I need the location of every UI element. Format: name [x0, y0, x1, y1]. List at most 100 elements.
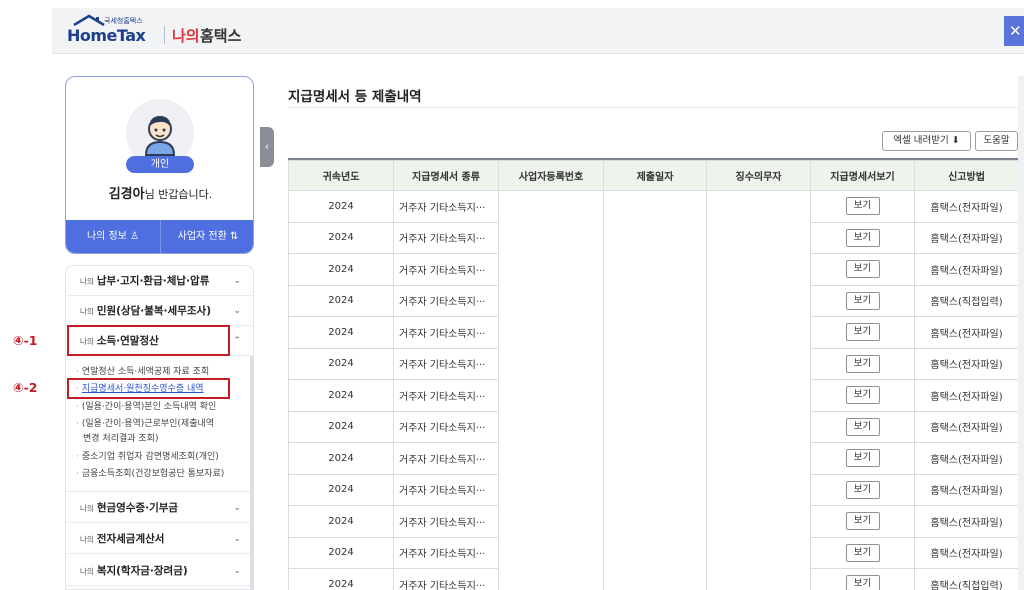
withholding-agent-cell: [706, 253, 811, 285]
view-button[interactable]: 보기: [845, 260, 880, 279]
highlight-box-income-menu: [67, 325, 230, 356]
submit-date-cell: [603, 222, 707, 254]
menu-item-prefix: 나의: [80, 535, 94, 544]
view-button[interactable]: 보기: [845, 228, 880, 247]
year-cell: 2024: [288, 410, 394, 443]
submenu-item-sme[interactable]: · 중소기업 취업자 감면명세조회(개인): [76, 451, 219, 464]
view-button[interactable]: 보기: [845, 197, 880, 216]
submit-date-cell: [603, 379, 707, 411]
business-number-cell: [498, 474, 604, 506]
statement-type-cell: 거주자 기타소득지···: [393, 536, 499, 569]
table-row: 2024 거주자 기타소득지··· 보기 홈택스(전자파일): [288, 442, 1018, 475]
menu-item-prefix: 나의: [80, 277, 94, 286]
submenu-item-denial-cont[interactable]: 변경 처리결과 조회): [83, 433, 158, 446]
greeting-suffix: 님 반갑습니다.: [144, 188, 213, 201]
business-number-cell: [498, 348, 604, 380]
logo-hometax-text: 홈택스: [200, 27, 242, 45]
chevron-down-icon: ⌄: [233, 534, 241, 544]
column-header[interactable]: 제출일자: [603, 160, 707, 191]
sidebar-collapse-button[interactable]: ‹: [260, 127, 274, 167]
withholding-agent-cell: [706, 411, 811, 443]
table-row: 2024 거주자 기타소득지··· 보기 홈택스(전자파일): [288, 190, 1018, 223]
withholding-agent-cell: [706, 537, 811, 569]
view-cell: 보기: [810, 536, 915, 569]
view-cell: 보기: [810, 442, 915, 475]
view-cell: 보기: [810, 284, 915, 317]
column-header[interactable]: 징수의무자: [706, 160, 811, 191]
column-header[interactable]: 신고방법: [914, 160, 1018, 191]
view-button[interactable]: 보기: [845, 575, 880, 590]
column-header[interactable]: 귀속년도: [288, 160, 394, 191]
business-number-cell: [498, 190, 604, 222]
logo-text: HomeTax: [67, 26, 146, 45]
highlight-box-statement-link: [67, 378, 230, 399]
withholding-agent-cell: [706, 474, 811, 506]
withholding-agent-cell: [706, 348, 811, 380]
view-cell: 보기: [810, 568, 915, 590]
view-button[interactable]: 보기: [845, 480, 880, 499]
excel-download-button[interactable]: 엑셀 내려받기 ⬇: [882, 131, 971, 151]
menu-item-label: 복지(학자금·장려금): [96, 565, 188, 577]
table-row: 2024 거주자 기타소득지··· 보기 홈택스(전자파일): [288, 347, 1018, 380]
view-button[interactable]: 보기: [845, 354, 880, 373]
business-number-cell: [498, 568, 604, 590]
close-button[interactable]: ✕: [1004, 16, 1024, 46]
filing-method-cell: 홈택스(전자파일): [914, 536, 1018, 569]
table-row: 2024 거주자 기타소득지··· 보기 홈택스(전자파일): [288, 316, 1018, 349]
submit-date-cell: [603, 190, 707, 222]
table-row: 2024 거주자 기타소득지··· 보기 홈택스(전자파일): [288, 473, 1018, 506]
income-submenu: · 연말정산 소득·세액공제 자료 조회 · 지급명세서·원천징수영수증 내역 ·(…: [66, 356, 253, 492]
menu-scrollbar[interactable]: [250, 356, 254, 590]
help-button[interactable]: 도움말: [975, 131, 1018, 151]
user-name: 김경아: [108, 187, 145, 202]
view-button[interactable]: 보기: [845, 512, 880, 531]
menu-item-e-invoice[interactable]: 나의 전자세금계산서 ⌄: [66, 524, 253, 554]
house-roof-icon: [73, 14, 105, 26]
chevron-down-icon: ⌄: [233, 566, 241, 576]
filing-method-cell: 홈택스(전자파일): [914, 505, 1018, 538]
side-menu: 나의 납부·고지·환급·체납·압류 ⌄ 나의 민원(상담·불복·세무조사) ⌄ 나의 소득…: [65, 265, 254, 590]
column-header[interactable]: 지급명세서 종류: [393, 160, 499, 191]
statement-type-cell: 거주자 기타소득지···: [393, 568, 499, 590]
business-number-cell: [498, 222, 604, 254]
withholding-agent-cell: [706, 190, 811, 222]
statement-type-cell: 거주자 기타소득지···: [393, 316, 499, 349]
submenu-item-denial[interactable]: · (일용·간이·용역)근로부인(제출내역: [76, 418, 214, 431]
column-header[interactable]: 지급명세서보기: [810, 160, 915, 191]
view-button[interactable]: 보기: [845, 291, 880, 310]
submit-date-cell: [603, 474, 707, 506]
view-cell: 보기: [810, 253, 915, 286]
menu-item-prefix: 나의: [80, 307, 94, 316]
view-button[interactable]: 보기: [845, 323, 880, 342]
role-badge: 개인: [126, 156, 194, 173]
statement-type-cell: 거주자 기타소득지···: [393, 505, 499, 538]
view-cell: 보기: [810, 221, 915, 254]
menu-item-label: 민원(상담·불복·세무조사): [96, 305, 211, 317]
view-button[interactable]: 보기: [845, 386, 880, 405]
menu-item-civil[interactable]: 나의 민원(상담·불복·세무조사) ⌄: [66, 296, 253, 326]
view-button[interactable]: 보기: [845, 417, 880, 436]
menu-item-payment[interactable]: 나의 납부·고지·환급·체납·압류 ⌄: [66, 266, 253, 296]
year-cell: 2024: [288, 473, 394, 506]
view-cell: 보기: [810, 347, 915, 380]
table-row: 2024 거주자 기타소득지··· 보기 홈택스(전자파일): [288, 253, 1018, 286]
statement-table: 귀속년도 지급명세서 종류 사업자등록번호 제출일자 징수의무자 지급명세서보기…: [288, 158, 1018, 590]
step-label-4-1: ④-1: [13, 333, 38, 348]
menu-item-cash-receipt[interactable]: 나의 현금영수증·기부금 ⌄: [66, 493, 253, 523]
menu-item-welfare[interactable]: 나의 복지(학자금·장려금) ⌄: [66, 556, 253, 586]
profile-actions: 나의 정보 ♙ 사업자 전환 ⇅: [66, 220, 253, 253]
my-info-button[interactable]: 나의 정보 ♙: [66, 220, 160, 253]
table-row: 2024 거주자 기타소득지··· 보기 홈택스(직접입력): [288, 568, 1018, 590]
column-header[interactable]: 사업자등록번호: [498, 160, 604, 191]
table-row: 2024 거주자 기타소득지··· 보기 홈택스(전자파일): [288, 410, 1018, 443]
view-button[interactable]: 보기: [845, 449, 880, 468]
view-cell: 보기: [810, 473, 915, 506]
switch-business-button[interactable]: 사업자 전환 ⇅: [160, 220, 253, 253]
filing-method-cell: 홈택스(전자파일): [914, 473, 1018, 506]
submenu-item-daily-income[interactable]: · (일용·간이·용역)본인 소득내역 확인: [76, 401, 216, 414]
view-button[interactable]: 보기: [845, 543, 880, 562]
submenu-item-financial[interactable]: · 금융소득조회(건강보험공단 통보자료): [76, 468, 224, 481]
year-cell: 2024: [288, 536, 394, 569]
menu-item-prefix: 나의: [80, 504, 94, 513]
logo-divider: [164, 26, 165, 44]
